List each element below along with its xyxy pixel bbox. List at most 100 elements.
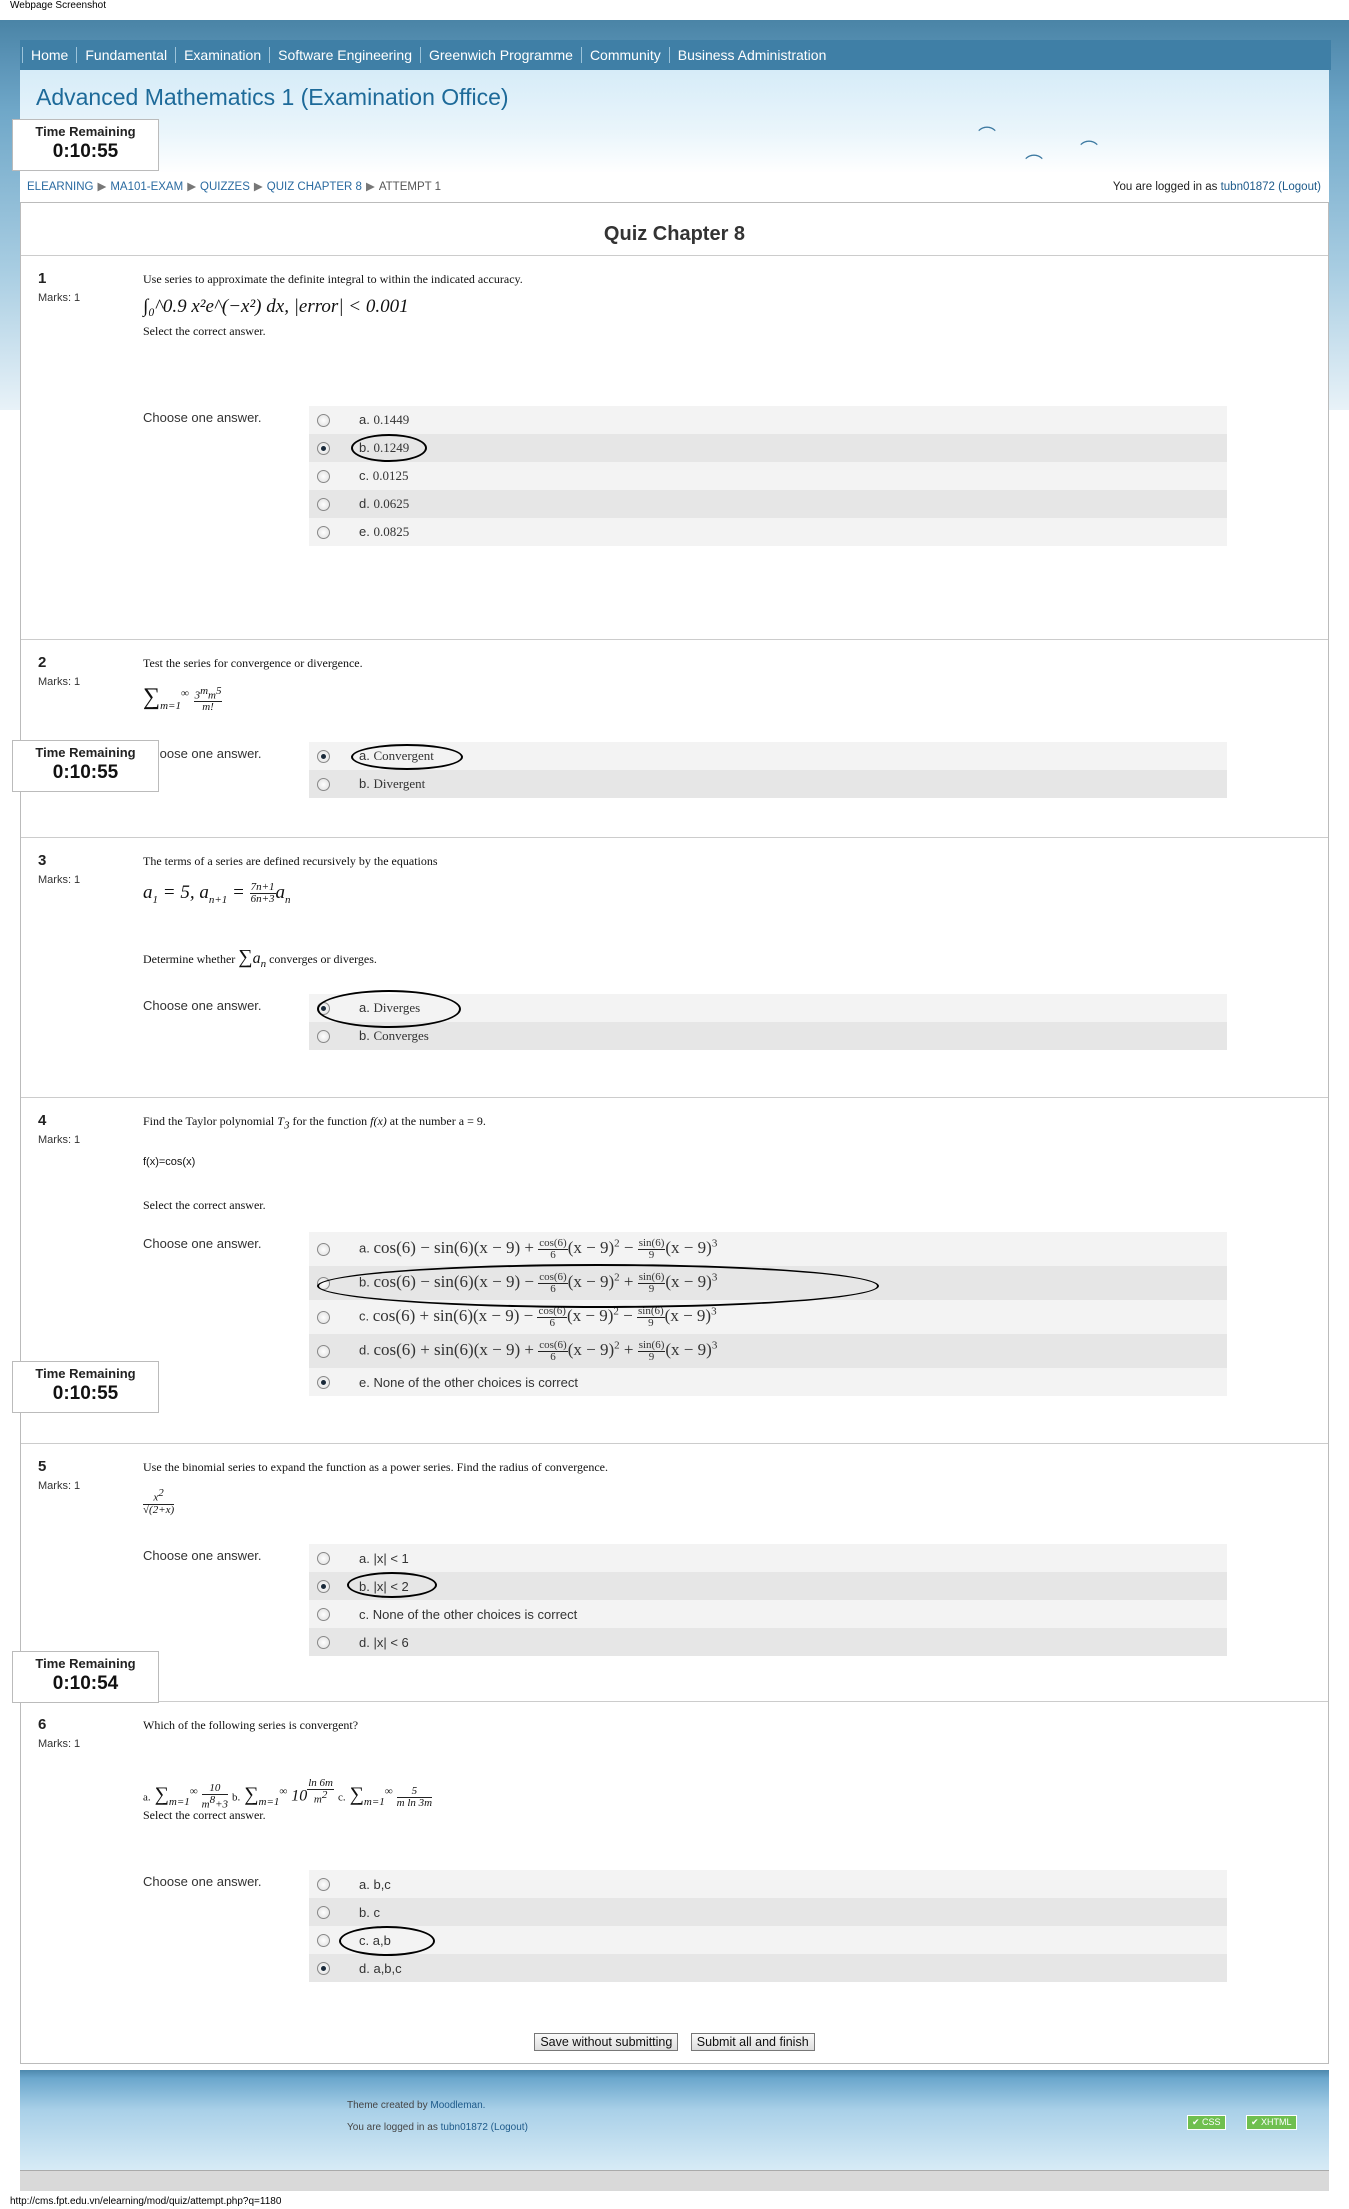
answer-option[interactable]: a. Convergent bbox=[309, 742, 1227, 770]
breadcrumb-attempt: ATTEMPT 1 bbox=[378, 181, 442, 193]
site-title[interactable]: Advanced Mathematics 1 (Examination Offi… bbox=[36, 84, 509, 111]
answer-letter: a. bbox=[359, 748, 370, 763]
answer-list: a. b,c b. c c. a,b d. a,b,c bbox=[309, 1870, 1227, 1982]
marks-label: Marks: 1 bbox=[38, 874, 81, 886]
answer-list: a. cos(6) − sin(6)(x − 9) + cos(6) 6 (x − … bbox=[309, 1232, 1227, 1396]
answer-list: a. |x| < 1 b. |x| < 2 c. None of the oth… bbox=[309, 1544, 1227, 1656]
answer-option[interactable]: b. |x| < 2 bbox=[309, 1572, 1227, 1600]
user-link[interactable]: tubn01872 bbox=[1221, 181, 1275, 193]
question-text: Use the binomial series to expand the fu… bbox=[143, 1460, 608, 1474]
answer-letter: b. bbox=[359, 1028, 370, 1043]
answer-list: a. Diverges b. Converges bbox=[309, 994, 1227, 1050]
question-formula: ∑m=1∞ 3mm5 m! bbox=[143, 684, 223, 714]
answer-option[interactable]: a. b,c bbox=[309, 1870, 1227, 1898]
radio-button[interactable] bbox=[317, 1635, 330, 1649]
login-prefix: You are logged in as bbox=[1112, 181, 1218, 193]
radio-button[interactable] bbox=[317, 1933, 330, 1947]
breadcrumb: ELEARNING ▶ MA101-EXAM ▶ QUIZZES ▶ QUIZ CHAPTE… bbox=[27, 181, 442, 193]
footer-logout-link[interactable]: (Logout) bbox=[491, 2122, 528, 2133]
radio-button[interactable] bbox=[317, 1344, 330, 1358]
answer-option[interactable]: b. Converges bbox=[309, 1022, 1227, 1050]
css-badge[interactable]: ✔ CSS bbox=[1187, 2115, 1226, 2130]
answer-option[interactable]: b. Divergent bbox=[309, 770, 1227, 798]
radio-button[interactable] bbox=[317, 777, 330, 791]
answer-option[interactable]: a. |x| < 1 bbox=[309, 1544, 1227, 1572]
radio-button[interactable] bbox=[317, 525, 330, 539]
radio-button[interactable] bbox=[317, 1551, 330, 1565]
radio-button-selected[interactable] bbox=[317, 1001, 330, 1015]
answer-letter: c. bbox=[359, 468, 370, 483]
question-formula: a. ∑m=1∞ 10 m8+3 b. ∑m=1∞ 10 ln 6m m2 c. ∑m… bbox=[143, 1777, 433, 1811]
bird-icon: ⌒ bbox=[978, 126, 996, 146]
answer-option[interactable]: a. 0.1449 bbox=[309, 406, 1227, 434]
radio-button[interactable] bbox=[317, 497, 330, 511]
xhtml-badge[interactable]: ✔ XHTML bbox=[1246, 2115, 1297, 2130]
answer-letter: a. bbox=[359, 1876, 370, 1892]
radio-button-selected[interactable] bbox=[317, 441, 330, 455]
radio-button-selected[interactable] bbox=[317, 1961, 330, 1975]
breadcrumb-quizzes[interactable]: QUIZZES bbox=[200, 181, 250, 193]
radio-button-selected[interactable] bbox=[317, 749, 330, 763]
answer-option[interactable]: a. Diverges bbox=[309, 994, 1227, 1022]
timer-value: 0:10:54 bbox=[52, 1673, 119, 1694]
marks-label: Marks: 1 bbox=[38, 1738, 81, 1750]
save-without-submitting-button[interactable]: Save without submitting bbox=[534, 2033, 679, 2051]
answer-option[interactable]: b. 0.1249 bbox=[309, 434, 1227, 462]
answer-option[interactable]: c. 0.0125 bbox=[309, 462, 1227, 490]
answer-letter: d. bbox=[359, 1634, 370, 1650]
nav-home[interactable]: Home bbox=[22, 47, 76, 63]
answer-option[interactable]: d. cos(6) + sin(6)(x − 9) + cos(6) 6 (x − … bbox=[309, 1334, 1227, 1368]
answer-letter: d. bbox=[359, 1960, 370, 1976]
choose-label: Choose one answer. bbox=[143, 998, 262, 1013]
nav-software-engineering[interactable]: Software Engineering bbox=[269, 47, 420, 63]
answer-option[interactable]: c. a,b bbox=[309, 1926, 1227, 1954]
nav-community[interactable]: Community bbox=[580, 47, 669, 63]
nav-fundamental[interactable]: Fundamental bbox=[76, 47, 175, 63]
footer-login-prefix: You are logged in as bbox=[347, 2122, 438, 2133]
nav-greenwich-programme[interactable]: Greenwich Programme bbox=[420, 47, 581, 63]
time-remaining-widget: Time Remaining 0:10:54 bbox=[12, 1651, 159, 1703]
submit-all-button[interactable]: Submit all and finish bbox=[690, 2033, 815, 2051]
answer-option[interactable]: d. a,b,c bbox=[309, 1954, 1227, 1982]
answer-option[interactable]: e. None of the other choices is correct bbox=[309, 1368, 1227, 1396]
breadcrumb-elearning[interactable]: ELEARNING bbox=[27, 181, 93, 193]
radio-button[interactable] bbox=[317, 1029, 330, 1043]
answer-option[interactable]: c. cos(6) + sin(6)(x − 9) − cos(6) 6 (x − … bbox=[309, 1300, 1227, 1334]
radio-button[interactable] bbox=[317, 1276, 330, 1290]
answer-option[interactable]: d. 0.0625 bbox=[309, 490, 1227, 518]
radio-button[interactable] bbox=[317, 1905, 330, 1919]
radio-button[interactable] bbox=[317, 1310, 330, 1324]
screenshot-caption: Webpage Screenshot bbox=[10, 0, 106, 11]
function-definition: f(x)=cos(x) bbox=[143, 1156, 196, 1168]
nav-business-administration[interactable]: Business Administration bbox=[668, 47, 835, 63]
breadcrumb-bar: ELEARNING ▶ MA101-EXAM ▶ QUIZZES ▶ QUIZ CHAPTE… bbox=[20, 172, 1329, 202]
answer-option[interactable]: d. |x| < 6 bbox=[309, 1628, 1227, 1656]
answer-option[interactable]: b. cos(6) − sin(6)(x − 9) − cos(6) 6 (x − … bbox=[309, 1266, 1227, 1300]
radio-button[interactable] bbox=[317, 1877, 330, 1891]
answer-option[interactable]: a. cos(6) − sin(6)(x − 9) + cos(6) 6 (x − … bbox=[309, 1232, 1227, 1266]
answer-value: None of the other choices is correct bbox=[372, 1606, 578, 1622]
answer-option[interactable]: c. None of the other choices is correct bbox=[309, 1600, 1227, 1628]
answer-value: None of the other choices is correct bbox=[373, 1374, 578, 1390]
radio-button[interactable] bbox=[317, 469, 330, 483]
radio-button[interactable] bbox=[317, 413, 330, 427]
nav-examination[interactable]: Examination bbox=[175, 47, 269, 63]
timer-label: Time Remaining bbox=[35, 1656, 136, 1671]
answer-option[interactable]: e. 0.0825 bbox=[309, 518, 1227, 546]
radio-button-selected[interactable] bbox=[317, 1375, 330, 1389]
footer-user-link[interactable]: tubn01872 bbox=[441, 2122, 488, 2133]
answer-letter: a. bbox=[359, 1550, 370, 1566]
header-banner: Advanced Mathematics 1 (Examination Offi… bbox=[20, 70, 1329, 175]
question-6: 6 Marks: 1 Which of the following series… bbox=[21, 1701, 1328, 2016]
answer-value: Divergent bbox=[373, 776, 426, 791]
breadcrumb-course[interactable]: MA101-EXAM bbox=[110, 181, 183, 193]
answer-option[interactable]: b. c bbox=[309, 1898, 1227, 1926]
logout-link[interactable]: (Logout) bbox=[1278, 181, 1321, 193]
radio-button[interactable] bbox=[317, 1607, 330, 1621]
breadcrumb-quiz[interactable]: QUIZ CHAPTER 8 bbox=[267, 181, 362, 193]
radio-button[interactable] bbox=[317, 1242, 330, 1256]
answer-value: 0.0825 bbox=[373, 524, 410, 539]
theme-author-link[interactable]: Moodleman. bbox=[430, 2100, 485, 2111]
radio-button-selected[interactable] bbox=[317, 1579, 330, 1593]
text-part: at the number bbox=[389, 1114, 456, 1128]
